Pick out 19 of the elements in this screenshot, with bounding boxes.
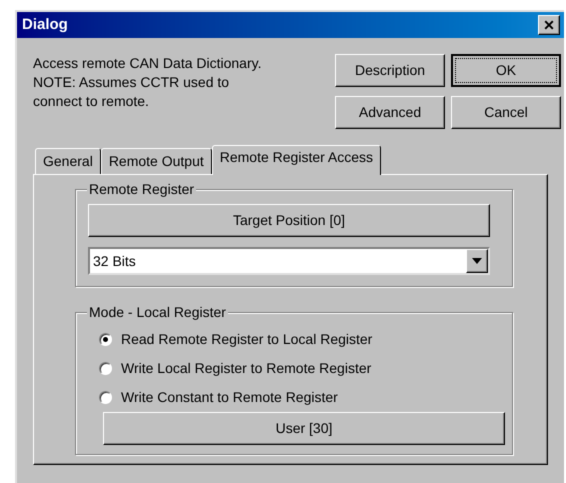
dialog-button[interactable]: Advanced — [335, 96, 445, 129]
radio-label[interactable]: Read Remote Register to Local Register — [121, 329, 372, 350]
dialog-button[interactable]: OK — [451, 54, 561, 87]
window-title: Dialog — [22, 14, 68, 35]
target-position-button[interactable]: Target Position [0] — [88, 204, 490, 237]
radio-button[interactable] — [99, 362, 112, 375]
close-button[interactable]: × — [538, 15, 560, 35]
tab[interactable]: Remote Output — [100, 148, 212, 174]
bits-dropdown[interactable]: 32 Bits — [88, 247, 490, 275]
radio-button[interactable] — [99, 391, 112, 404]
tab[interactable]: Remote Register Access — [212, 145, 382, 175]
tab[interactable]: General — [35, 148, 101, 174]
description-text: Access remote CAN Data Dictionary. NOTE: Assumes CCTR used to connect to remote. — [33, 54, 262, 111]
radio-label[interactable]: Write Constant to Remote Register — [121, 387, 338, 408]
radio-label[interactable]: Write Local Register to Remote Register — [121, 358, 372, 379]
dialog-button[interactable]: Description — [335, 54, 445, 87]
radio-button[interactable] — [99, 333, 112, 346]
user-button[interactable]: User [30] — [103, 412, 505, 445]
dialog-button[interactable]: Cancel — [451, 96, 561, 129]
